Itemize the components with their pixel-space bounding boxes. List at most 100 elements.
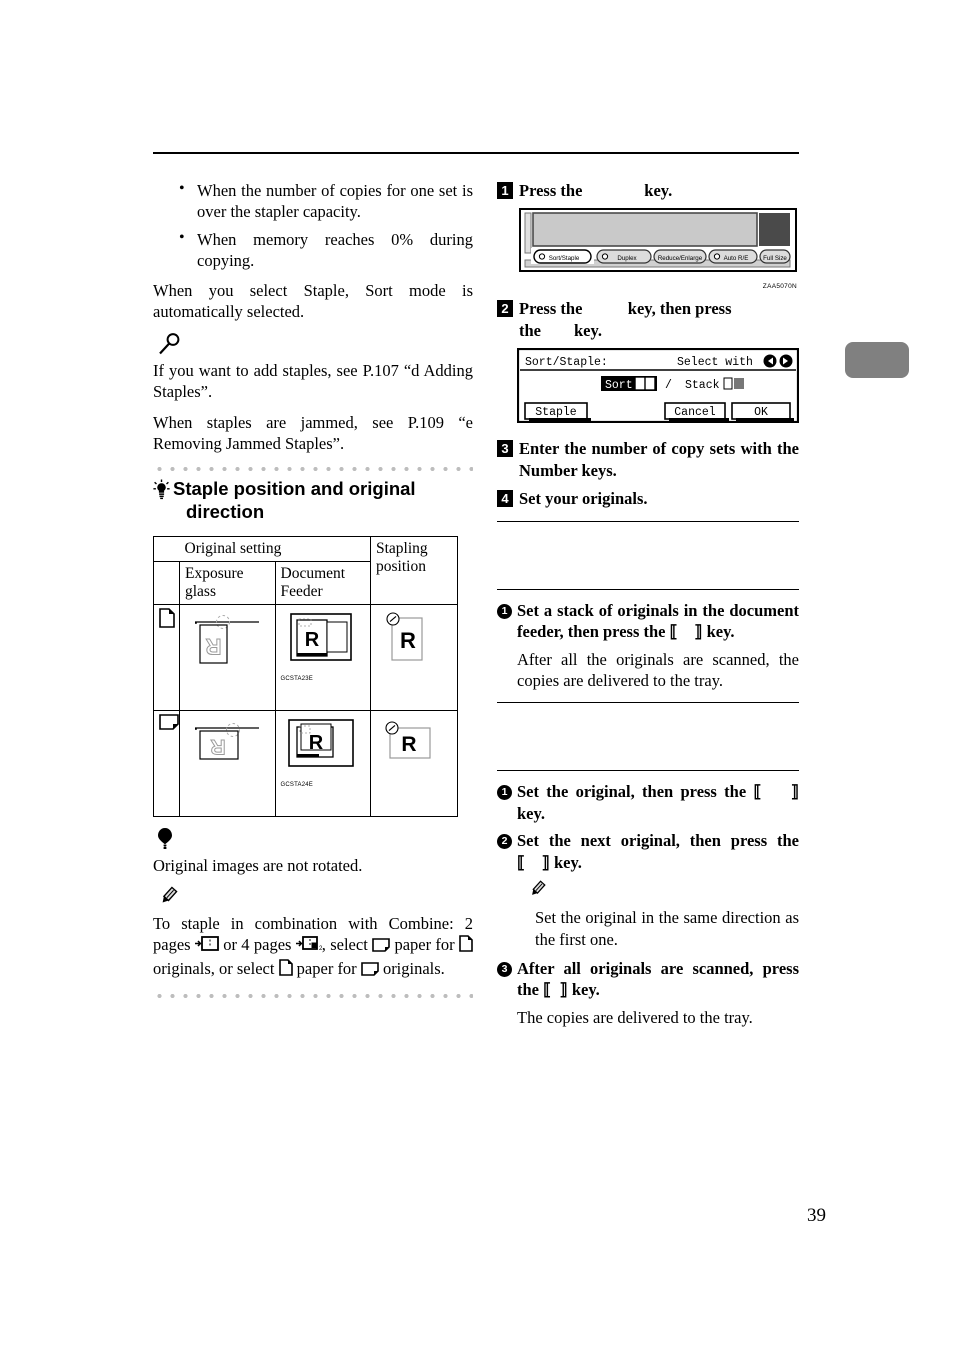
svg-text:Duplex: Duplex	[617, 255, 637, 262]
list-item: When the number of copies for one set is…	[153, 179, 473, 223]
svg-text:Cancel: Cancel	[674, 406, 716, 419]
step-1: 1 Press the key.	[497, 180, 799, 201]
combine-note-p6: paper for	[296, 958, 357, 978]
reference-add-staples: If you want to add staples, see P.107 “d…	[153, 360, 473, 402]
substep-text: Set the original, then press the ⟦ ⟧ key…	[517, 781, 799, 824]
step-text: Set your originals.	[519, 489, 648, 509]
substep-text-b: key.	[553, 852, 582, 872]
figure-exposure-glass-portrait: R	[179, 603, 276, 711]
substep-number: 1	[497, 785, 512, 801]
table-header-exposure-glass: Exposure glass	[179, 560, 276, 605]
combine-note-p7: originals.	[382, 958, 445, 978]
page-portrait-icon	[153, 603, 180, 711]
left-column: When the number of copies for one set is…	[153, 179, 473, 1005]
substep-b-3-body: The copies are delivered to the tray.	[517, 1007, 753, 1027]
svg-text:Sort/Staple:: Sort/Staple:	[525, 356, 608, 369]
svg-text:Full Size: Full Size	[763, 255, 787, 262]
step-text: Press the key.	[519, 180, 672, 201]
sort-mode-paragraph: When you select Staple, Sort mode is aut…	[153, 280, 473, 322]
substep-text-a: Set a stack of originals in the document…	[517, 600, 799, 642]
lightbulb-icon	[153, 479, 170, 506]
page-landscape-icon	[372, 936, 390, 957]
table-header-orientation	[153, 560, 180, 605]
combine-note-p4: paper for	[394, 935, 455, 955]
substep-b-2: 2 Set the next original, then press the …	[497, 830, 799, 873]
svg-text:Reduce/Enlarge: Reduce/Enlarge	[658, 255, 703, 262]
document-page: 39 When the number of copies for one set…	[0, 0, 954, 1348]
step-text: Enter the number of copy sets with the N…	[519, 439, 799, 480]
substep-text: Set a stack of originals in the document…	[517, 600, 799, 643]
header-rule	[153, 152, 799, 154]
step2-line1-a: Press the	[519, 299, 583, 319]
substep-number: 1	[497, 603, 512, 619]
substep-number: 3	[497, 962, 512, 977]
page-portrait-icon	[278, 959, 293, 981]
list-item: When memory reaches 0% during copying.	[153, 228, 473, 272]
substep-b-note: Set the original in the same direction a…	[535, 908, 799, 949]
table-header-document-feeder: Document Feeder	[274, 560, 371, 605]
figure-exposure-glass-landscape: R	[179, 709, 276, 817]
table-row: Original setting Stapling position	[153, 535, 458, 605]
blank-spacer	[497, 532, 799, 578]
figure-caption: GCSTA24E	[280, 781, 313, 788]
pencil-icon	[157, 885, 473, 909]
lcd-screen-figure: Sort/Staple: Select with Sort / Stack St…	[516, 348, 800, 428]
svg-text:OK: OK	[754, 406, 768, 419]
step-number: 2	[497, 300, 513, 318]
section-separator-4	[497, 770, 799, 772]
svg-text:Select with: Select with	[677, 356, 753, 369]
section-title-line2: direction	[186, 500, 265, 522]
substep-text: Set the next original, then press the ⟦ …	[517, 830, 799, 873]
step-text: Press the key, then press the key.	[519, 298, 732, 341]
svg-text:Auto R/E: Auto R/E	[724, 255, 749, 262]
combine-2pages-icon	[194, 935, 219, 957]
step2-line2-b: key.	[574, 320, 602, 340]
substep-a-1: 1 Set a stack of originals in the docume…	[497, 600, 799, 643]
section-separator-3	[497, 702, 799, 704]
combine-note-p2: or 4 pages	[223, 935, 292, 955]
reference-jammed-staples: When staples are jammed, see P.109 “e Re…	[153, 412, 473, 453]
limitation-text: Original images are not rotated.	[153, 855, 363, 875]
magnifier-icon	[157, 332, 473, 356]
key-placeholder-bracket: ⟦ ⟧	[517, 852, 550, 872]
step2-line1-b: key, then press	[627, 299, 732, 319]
svg-text:Stack: Stack	[685, 379, 720, 392]
combine-4pages-icon: 2	[295, 935, 323, 957]
figure-caption: GCSTA23E	[280, 675, 313, 682]
svg-text:/: /	[665, 379, 672, 392]
chapter-tab-marker	[845, 342, 909, 378]
section-divider-dots-bottom	[153, 991, 473, 1002]
figure-staple-position-portrait: R	[370, 603, 458, 711]
svg-text:R: R	[210, 735, 225, 758]
table-header-stapling-position: Stapling position	[370, 535, 458, 605]
blank-spacer-2	[497, 713, 799, 759]
figure-document-feeder-portrait: R GCSTA23E	[274, 603, 371, 711]
substep-text-a: Set the original, then press the	[517, 782, 747, 802]
table-header-group-cell	[153, 535, 180, 562]
figure-code: ZAA5070N	[762, 283, 797, 291]
substep-text-b: key.	[571, 980, 600, 1000]
svg-text:Staple: Staple	[535, 406, 577, 419]
substep-b-3: 3 After all originals are scanned, press…	[497, 958, 799, 1001]
section-heading: Staple position and original direction	[153, 478, 473, 523]
step2-line2-a: the	[519, 320, 541, 340]
table-row: R R GCSTA24E R	[153, 709, 458, 817]
step-number: 3	[497, 440, 513, 458]
step-text-after: key.	[644, 181, 673, 200]
figure-staple-position-landscape: R	[370, 709, 458, 817]
staple-position-table: Original setting Stapling position Expos…	[153, 535, 458, 817]
key-placeholder-bracket: ⟦ ⟧	[753, 782, 800, 802]
step-number: 4	[497, 490, 513, 508]
svg-text:R: R	[401, 733, 416, 756]
section-title-line1: Staple position and original	[173, 478, 416, 500]
table-row: R R GCSTA23E R	[153, 603, 458, 711]
balloon-icon	[157, 827, 473, 851]
page-landscape-icon	[153, 709, 180, 817]
section-separator-1	[497, 520, 799, 522]
page-landscape-icon	[361, 960, 379, 981]
substep-number: 2	[497, 834, 512, 850]
combine-note-p5: originals, or select	[153, 958, 275, 978]
step-3: 3 Enter the number of copy sets with the…	[497, 438, 799, 481]
substep-text: After all originals are scanned, press t…	[517, 958, 799, 1001]
page-number: 39	[807, 1205, 826, 1226]
